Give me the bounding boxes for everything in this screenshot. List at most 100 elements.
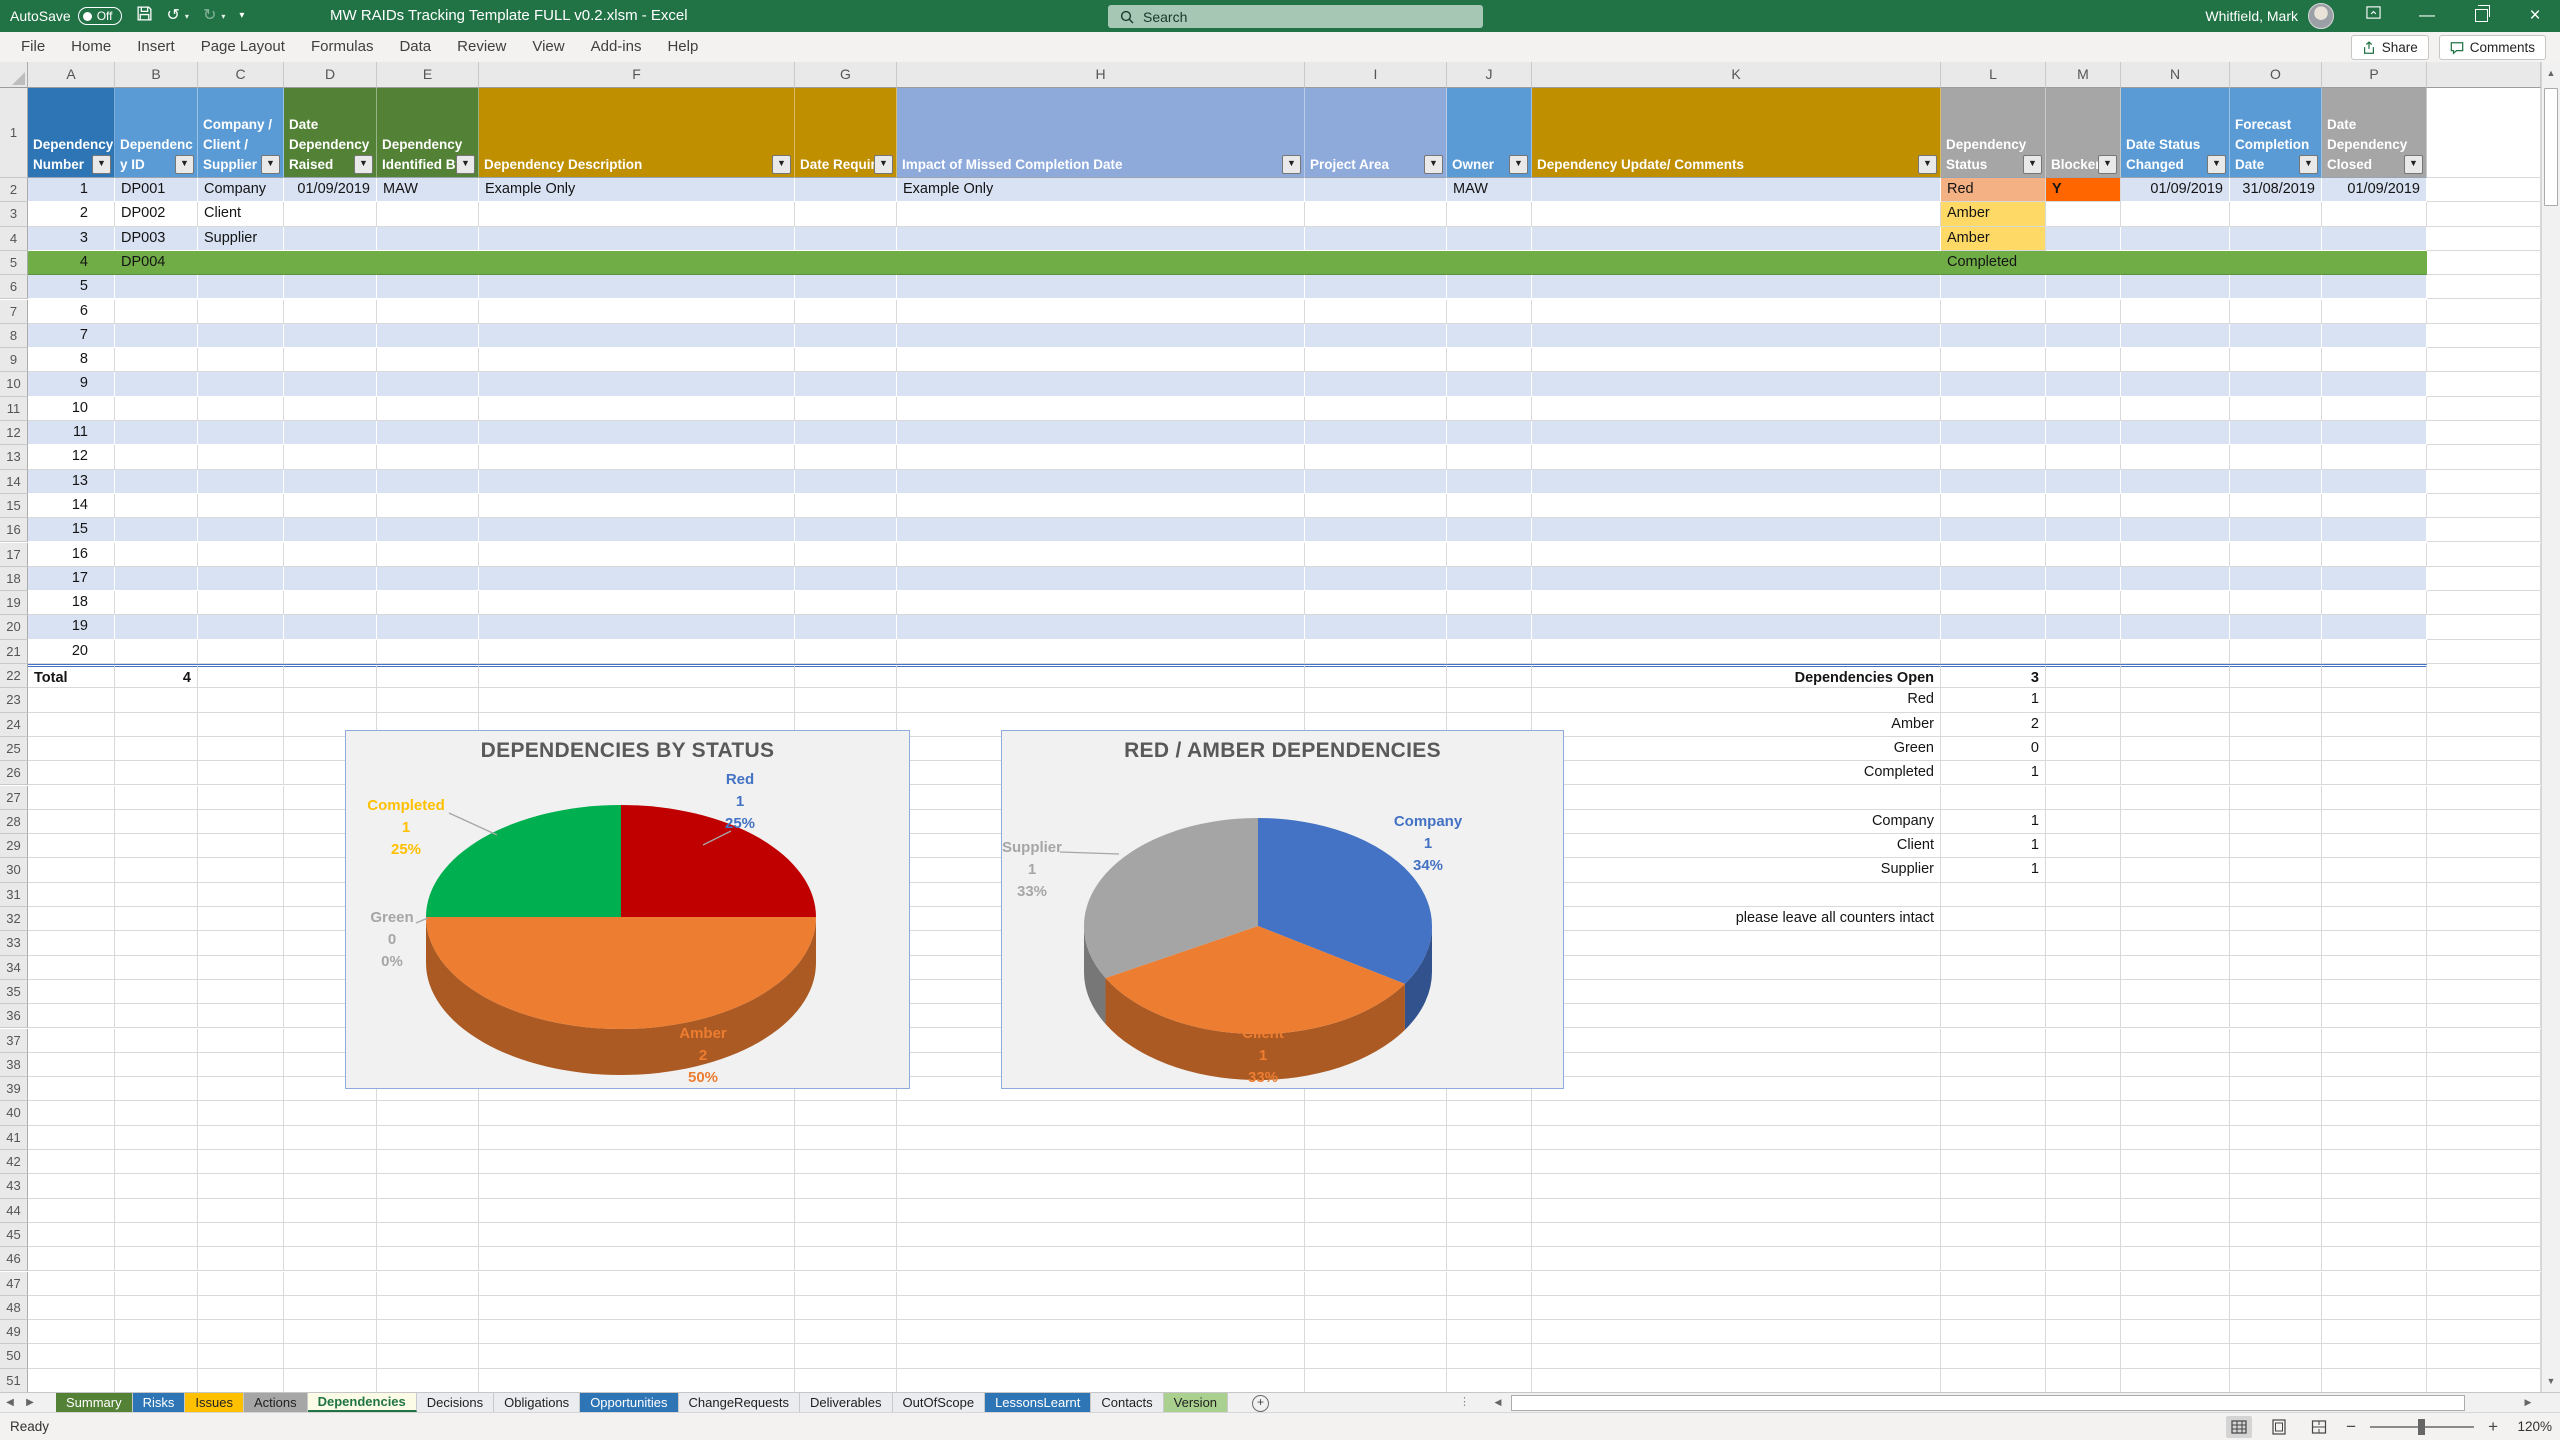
sheet-tab-decisions[interactable]: Decisions — [417, 1393, 494, 1412]
cell-G5[interactable] — [795, 251, 897, 275]
cell-A30[interactable] — [28, 858, 115, 882]
filter-button-B[interactable]: ▼ — [175, 155, 194, 174]
cell-N49[interactable] — [2121, 1320, 2230, 1344]
cell-H7[interactable] — [897, 300, 1305, 324]
cell-extra-14[interactable] — [2427, 470, 2541, 494]
cell-K23[interactable]: Red — [1532, 688, 1941, 712]
cell-N14[interactable] — [2121, 470, 2230, 494]
cell-O35[interactable] — [2230, 980, 2322, 1004]
cell-H47[interactable] — [897, 1272, 1305, 1296]
cell-P45[interactable] — [2322, 1223, 2427, 1247]
cell-N47[interactable] — [2121, 1272, 2230, 1296]
select-all-corner[interactable] — [0, 62, 28, 88]
cell-M50[interactable] — [2046, 1344, 2121, 1368]
ribbon-tab-page-layout[interactable]: Page Layout — [188, 32, 298, 62]
cell-K49[interactable] — [1532, 1320, 1941, 1344]
header-cell-I[interactable]: Project Area▼ — [1305, 88, 1447, 178]
cell-C34[interactable] — [198, 956, 284, 980]
cell-J22[interactable] — [1447, 664, 1532, 688]
cell-K6[interactable] — [1532, 275, 1941, 299]
cell-D10[interactable] — [284, 372, 377, 396]
cell-D43[interactable] — [284, 1174, 377, 1198]
cell-I46[interactable] — [1305, 1247, 1447, 1271]
cell-B7[interactable] — [115, 300, 198, 324]
cell-I51[interactable] — [1305, 1369, 1447, 1393]
cell-N9[interactable] — [2121, 348, 2230, 372]
cell-N15[interactable] — [2121, 494, 2230, 518]
row-number-10[interactable]: 10 — [0, 372, 28, 396]
cell-H42[interactable] — [897, 1150, 1305, 1174]
cell-J6[interactable] — [1447, 275, 1532, 299]
row-number-42[interactable]: 42 — [0, 1150, 28, 1174]
cell-B18[interactable] — [115, 567, 198, 591]
cell-F3[interactable] — [479, 202, 795, 226]
cell-M18[interactable] — [2046, 567, 2121, 591]
row-number-31[interactable]: 31 — [0, 883, 28, 907]
cell-P38[interactable] — [2322, 1053, 2427, 1077]
header-cell-E[interactable]: DependencyIdentified By▼ — [377, 88, 479, 178]
row-number-33[interactable]: 33 — [0, 931, 28, 955]
cell-A29[interactable] — [28, 834, 115, 858]
cell-I2[interactable] — [1305, 178, 1447, 202]
cell-P28[interactable] — [2322, 810, 2427, 834]
cell-A40[interactable] — [28, 1101, 115, 1125]
cell-D21[interactable] — [284, 640, 377, 664]
filter-button-E[interactable]: ▼ — [456, 155, 475, 174]
cell-F47[interactable] — [479, 1272, 795, 1296]
cell-K5[interactable] — [1532, 251, 1941, 275]
cell-N18[interactable] — [2121, 567, 2230, 591]
cell-J43[interactable] — [1447, 1174, 1532, 1198]
column-letter-O[interactable]: O — [2230, 62, 2322, 88]
cell-A31[interactable] — [28, 883, 115, 907]
cell-P21[interactable] — [2322, 640, 2427, 664]
cell-J9[interactable] — [1447, 348, 1532, 372]
cell-C9[interactable] — [198, 348, 284, 372]
cell-O22[interactable] — [2230, 664, 2322, 688]
cell-I3[interactable] — [1305, 202, 1447, 226]
cell-F13[interactable] — [479, 445, 795, 469]
close-button[interactable]: × — [2520, 0, 2550, 32]
row-number-24[interactable]: 24 — [0, 713, 28, 737]
cell-O44[interactable] — [2230, 1199, 2322, 1223]
cell-A50[interactable] — [28, 1344, 115, 1368]
cell-N26[interactable] — [2121, 761, 2230, 785]
cell-C24[interactable] — [198, 713, 284, 737]
zoom-slider[interactable] — [2370, 1426, 2474, 1428]
column-letter-P[interactable]: P — [2322, 62, 2427, 88]
page-layout-view-button[interactable] — [2266, 1416, 2292, 1438]
cell-I42[interactable] — [1305, 1150, 1447, 1174]
cell-B13[interactable] — [115, 445, 198, 469]
cell-H23[interactable] — [897, 688, 1305, 712]
sheet-tab-obligations[interactable]: Obligations — [494, 1393, 580, 1412]
cell-P23[interactable] — [2322, 688, 2427, 712]
cell-M15[interactable] — [2046, 494, 2121, 518]
cell-P29[interactable] — [2322, 834, 2427, 858]
column-letter-A[interactable]: A — [28, 62, 115, 88]
cell-B44[interactable] — [115, 1199, 198, 1223]
ribbon-tab-review[interactable]: Review — [444, 32, 519, 62]
cell-K51[interactable] — [1532, 1369, 1941, 1393]
cell-J13[interactable] — [1447, 445, 1532, 469]
cell-I6[interactable] — [1305, 275, 1447, 299]
undo-dropdown-icon[interactable]: ▾ — [185, 12, 189, 21]
cell-A9[interactable]: 8 — [28, 348, 115, 372]
cell-F17[interactable] — [479, 543, 795, 567]
cell-O16[interactable] — [2230, 518, 2322, 542]
zoom-slider-thumb[interactable] — [2418, 1419, 2425, 1435]
header-cell-M[interactable]: Blocker?▼ — [2046, 88, 2121, 178]
cell-M4[interactable] — [2046, 227, 2121, 251]
cell-P15[interactable] — [2322, 494, 2427, 518]
filter-button-I[interactable]: ▼ — [1424, 155, 1443, 174]
cell-D42[interactable] — [284, 1150, 377, 1174]
cell-D3[interactable] — [284, 202, 377, 226]
cell-L32[interactable] — [1941, 907, 2046, 931]
cell-A16[interactable]: 15 — [28, 518, 115, 542]
cell-K13[interactable] — [1532, 445, 1941, 469]
cell-extra-42[interactable] — [2427, 1150, 2541, 1174]
cell-G17[interactable] — [795, 543, 897, 567]
cell-E6[interactable] — [377, 275, 479, 299]
cell-M39[interactable] — [2046, 1077, 2121, 1101]
cell-M16[interactable] — [2046, 518, 2121, 542]
cell-B39[interactable] — [115, 1077, 198, 1101]
cell-L11[interactable] — [1941, 397, 2046, 421]
